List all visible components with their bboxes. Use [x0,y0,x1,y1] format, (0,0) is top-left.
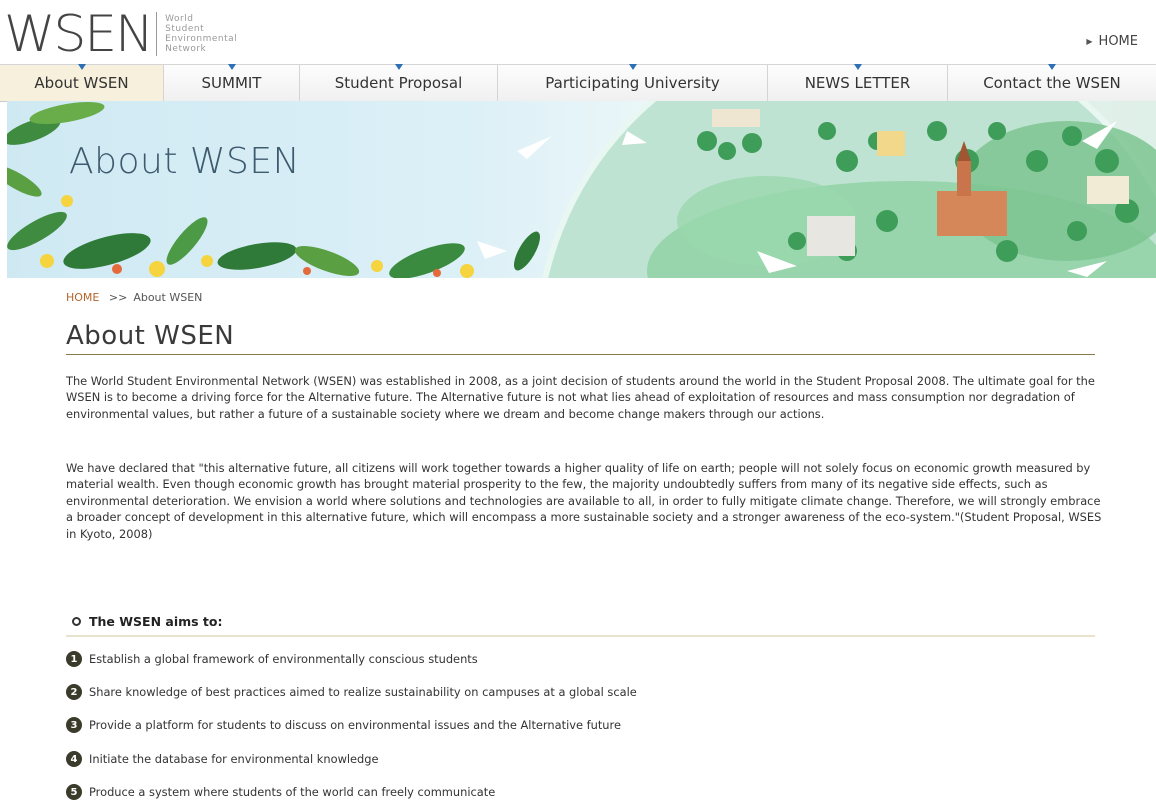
number-badge-icon: 4 [66,751,82,767]
logo-sub-line: Environmental [165,34,238,44]
site-header: WSEN World Student Environmental Network… [0,0,1156,62]
circle-bullet-icon [72,617,81,626]
banner-illustration [7,101,1156,278]
logo-sub-line: Network [165,44,207,54]
hero-banner: About WSEN [7,101,1156,278]
home-link-label: HOME [1098,34,1138,49]
number-badge-icon: 3 [66,717,82,733]
main-nav: About WSEN SUMMIT Student Proposal Parti… [0,64,1156,102]
breadcrumb-separator: >> [108,291,128,304]
declaration-paragraph: We have declared that "this alternative … [66,461,1102,541]
number-badge-icon: 1 [66,651,82,667]
nav-item-label: NEWS LETTER [804,74,911,92]
aim-item: 3 Provide a platform for students to dis… [66,717,621,733]
nav-item-label: Participating University [545,74,720,92]
aims-divider [66,635,1095,637]
intro-paragraph: The World Student Environmental Network … [66,374,1095,421]
aim-text: Produce a system where students of the w… [89,785,496,799]
pin-marker-icon [227,64,236,70]
nav-item-label: Student Proposal [334,74,463,92]
nav-item-participating-university[interactable]: Participating University [498,64,768,101]
page-title: About WSEN [66,321,235,351]
triangle-right-icon: ▶ [1086,37,1093,46]
logo-sub-line: World [165,14,194,24]
pin-marker-icon [1048,64,1056,70]
logo-sub-line: Student [165,24,205,34]
nav-item-label: Contact the WSEN [983,74,1121,92]
nav-item-contact-the-wsen[interactable]: Contact the WSEN [948,64,1156,101]
nav-item-label: About WSEN [34,74,129,92]
nav-item-about-wsen[interactable]: About WSEN [0,64,164,101]
aim-text: Share knowledge of best practices aimed … [89,685,637,699]
pin-marker-icon [394,64,403,70]
number-badge-icon: 5 [66,784,82,800]
nav-item-news-letter[interactable]: NEWS LETTER [768,64,948,101]
nav-item-label: SUMMIT [201,74,262,92]
number-badge-icon: 2 [66,684,82,700]
aim-item: 1 Establish a global framework of enviro… [66,651,478,667]
aim-item: 5 Produce a system where students of the… [66,784,495,800]
pin-marker-icon [77,64,86,70]
title-divider [66,354,1095,355]
breadcrumb-home-link[interactable]: HOME [66,291,99,304]
logo-subtitle: World Student Environmental Network [165,14,237,54]
aim-text: Establish a global framework of environm… [89,652,478,666]
aims-heading-label: The WSEN aims to: [89,614,223,629]
breadcrumb-current: About WSEN [133,291,203,304]
home-link[interactable]: ▶ HOME [1086,34,1138,49]
wsen-logo[interactable]: WSEN World Student Environmental Network [4,6,237,62]
aim-text: Initiate the database for environmental … [89,752,379,766]
breadcrumb: HOME >> About WSEN [66,291,202,304]
logo-divider [156,12,158,56]
pin-marker-icon [628,64,637,70]
banner-title: About WSEN [69,141,301,182]
nav-item-student-proposal[interactable]: Student Proposal [300,64,498,101]
pin-marker-icon [853,64,862,70]
aim-item: 2 Share knowledge of best practices aime… [66,684,637,700]
nav-item-summit[interactable]: SUMMIT [164,64,300,101]
aim-text: Provide a platform for students to discu… [89,718,621,732]
aims-heading: The WSEN aims to: [72,614,223,629]
aim-item: 4 Initiate the database for environmenta… [66,751,379,767]
logo-wordmark: WSEN [4,5,154,63]
